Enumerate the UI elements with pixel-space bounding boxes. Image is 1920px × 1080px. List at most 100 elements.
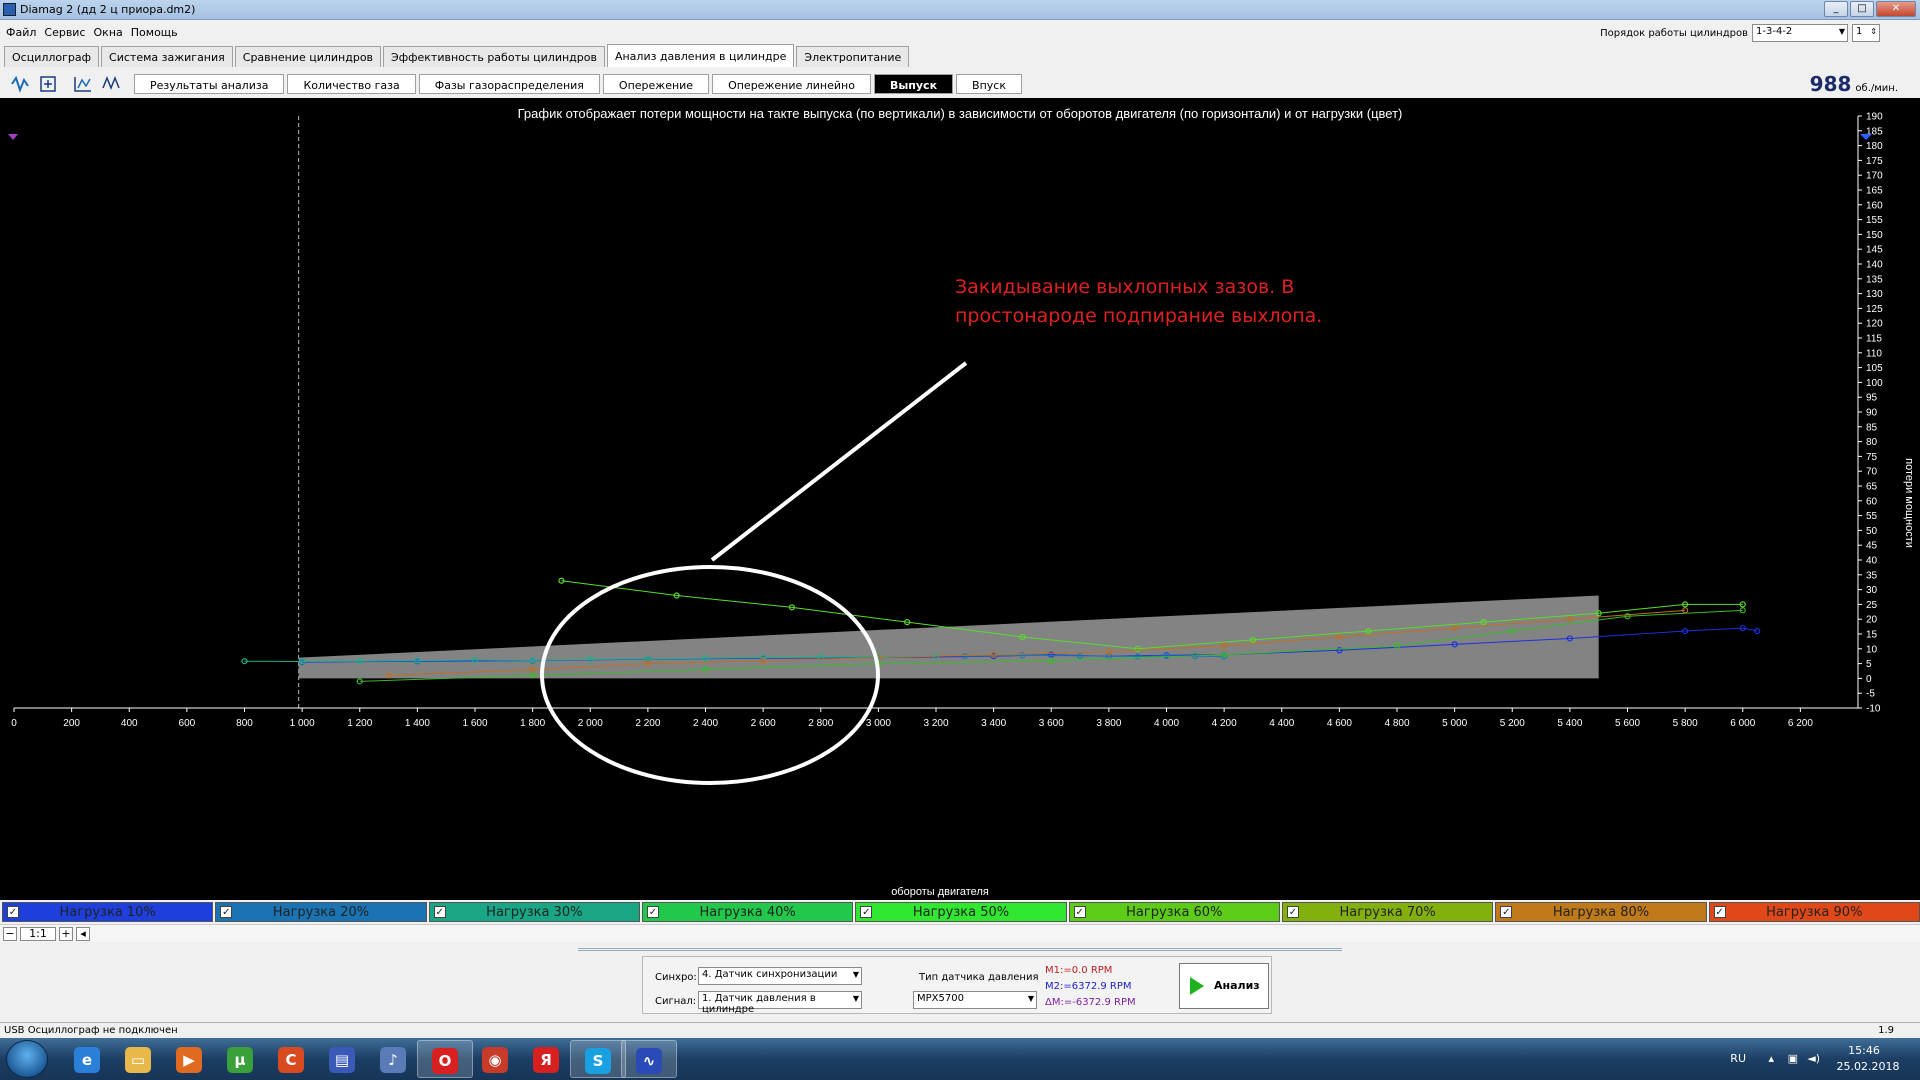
zoom-ratio[interactable]: 1:1 <box>20 927 56 941</box>
legend-label: Нагрузка 60% <box>1126 905 1223 920</box>
maximize-button[interactable]: □ <box>1850 1 1874 17</box>
zoom-icon[interactable] <box>72 74 94 94</box>
scale-bar: − 1:1 + ◂ <box>0 924 1920 942</box>
annotation-box: Закидывание выхлопных зазов. В простонар… <box>955 276 1322 327</box>
legend-item-50[interactable]: ✓ Нагрузка 50% <box>855 902 1067 922</box>
cylinder-order-value: 1-3-4-2 <box>1756 26 1793 37</box>
taskbar-app-ie[interactable]: e <box>60 1040 116 1078</box>
y-tick-label: -5 <box>1866 689 1875 700</box>
legend-item-20[interactable]: ✓ Нагрузка 20% <box>215 902 427 922</box>
taskbar-app-yandex[interactable]: Я <box>519 1040 575 1078</box>
tab-oscilloscope[interactable]: Осциллограф <box>4 46 100 67</box>
network-icon[interactable]: ▣ <box>1788 1052 1798 1065</box>
y-tick-label: 155 <box>1866 215 1883 226</box>
taskbar-app-save[interactable]: ▤ <box>315 1040 371 1078</box>
splitter[interactable] <box>578 948 1342 951</box>
menu-service[interactable]: Сервис <box>43 24 86 42</box>
auto-scale-icon[interactable] <box>100 74 122 94</box>
y-tick-label: 95 <box>1866 393 1878 404</box>
volume-icon[interactable]: ◄) <box>1807 1052 1820 1065</box>
minimize-button[interactable]: _ <box>1824 1 1848 17</box>
chevron-down-icon: ▼ <box>852 970 859 979</box>
language-indicator[interactable]: RU <box>1730 1052 1746 1065</box>
x-tick-label: 2 600 <box>751 718 776 729</box>
checkbox-icon[interactable]: ✓ <box>220 906 233 918</box>
taskbar-app-diamag[interactable]: ∿ <box>621 1040 677 1078</box>
chevron-down-icon: ▼ <box>852 994 859 1003</box>
y-tick-label: 115 <box>1866 334 1882 345</box>
sensor-type-select[interactable]: MPX5700 ▼ <box>913 991 1037 1009</box>
checkbox-icon[interactable]: ✓ <box>860 906 873 918</box>
legend-item-40[interactable]: ✓ Нагрузка 40% <box>641 902 854 922</box>
chart-area[interactable]: График отображает потери мощности на так… <box>0 98 1920 900</box>
menu-help[interactable]: Помощь <box>130 24 179 42</box>
cylinder-spinner[interactable]: 1 ⇕ <box>1852 24 1880 42</box>
legend-item-60[interactable]: ✓ Нагрузка 60% <box>1068 902 1280 922</box>
y-tick-label: 140 <box>1866 260 1883 271</box>
marker-m2: M2:=6372.9 RPM <box>1045 981 1132 992</box>
fit-icon[interactable] <box>38 74 60 94</box>
tab-exhaust[interactable]: Выпуск <box>873 74 954 94</box>
checkbox-icon[interactable]: ✓ <box>1713 906 1726 918</box>
close-button[interactable]: ✕ <box>1876 1 1916 17</box>
tab-advance-linear[interactable]: Опережение линейно <box>712 74 871 94</box>
menu-windows[interactable]: Окна <box>93 24 124 42</box>
tab-intake[interactable]: Впуск <box>956 74 1022 94</box>
checkbox-icon[interactable]: ✓ <box>1286 906 1299 918</box>
legend-item-80[interactable]: ✓ Нагрузка 80% <box>1495 902 1707 922</box>
taskbar-app-utorrent[interactable]: µ <box>213 1040 269 1078</box>
checkbox-icon[interactable]: ✓ <box>646 906 659 918</box>
taskbar-app-opera[interactable]: O <box>417 1040 473 1078</box>
taskbar-app-ccleaner[interactable]: C <box>264 1040 320 1078</box>
tab-valve-timing[interactable]: Фазы газораспределения <box>418 74 600 94</box>
sync-select[interactable]: 4. Датчик синхронизации ▼ <box>698 967 862 985</box>
signal-select[interactable]: 1. Датчик давления в цилиндре ▼ <box>698 991 862 1015</box>
y-tick-label: 0 <box>1866 674 1872 685</box>
taskbar-app-explorer[interactable]: ▭ <box>111 1040 167 1078</box>
taskbar-app-audio[interactable]: ♪ <box>366 1040 422 1078</box>
legend-item-10[interactable]: ✓ Нагрузка 10% <box>2 902 214 922</box>
legend-item-30[interactable]: ✓ Нагрузка 30% <box>428 902 640 922</box>
cylinder-value: 1 <box>1856 26 1863 37</box>
y-tick-label: 105 <box>1866 363 1883 374</box>
window-title: Diamag 2 (дд 2 ц приора.dm2) <box>20 3 196 16</box>
zoom-out-icon[interactable]: − <box>3 927 17 941</box>
legend-item-70[interactable]: ✓ Нагрузка 70% <box>1281 902 1494 922</box>
menu-file[interactable]: Файл <box>5 24 37 42</box>
signal-label: Сигнал: <box>655 996 697 1007</box>
checkbox-icon[interactable]: ✓ <box>7 906 19 918</box>
tab-cylinder-compare[interactable]: Сравнение цилиндров <box>234 46 382 67</box>
tab-analysis-results[interactable]: Результаты анализа <box>134 74 285 94</box>
x-tick-label: 3 800 <box>1096 718 1121 729</box>
analyze-button[interactable]: Анализ <box>1179 963 1269 1009</box>
tab-gas-amount[interactable]: Количество газа <box>287 74 416 94</box>
zoom-in-icon[interactable]: + <box>59 927 73 941</box>
tab-ignition[interactable]: Система зажигания <box>101 46 233 67</box>
tab-power[interactable]: Электропитание <box>796 46 910 67</box>
left-marker-icon[interactable] <box>8 134 18 140</box>
tray-arrow-icon[interactable]: ▴ <box>1768 1052 1774 1065</box>
taskbar-app-chrome[interactable]: ◉ <box>468 1040 524 1078</box>
tab-cylinder-efficiency[interactable]: Эффективность работы цилиндров <box>383 46 605 67</box>
start-button[interactable] <box>6 1040 48 1078</box>
cylinder-order-select[interactable]: 1-3-4-2 ▼ <box>1752 24 1848 42</box>
legend-label: Нагрузка 20% <box>272 905 370 920</box>
exhaust-loss-chart[interactable]: График отображает потери мощности на так… <box>0 98 1920 900</box>
taskbar-app-skype[interactable]: S <box>570 1040 626 1078</box>
taskbar-app-media-player[interactable]: ▶ <box>162 1040 218 1078</box>
clock-date[interactable]: 25.02.2018 <box>1832 1060 1904 1073</box>
y-tick-label: 75 <box>1866 452 1878 463</box>
tab-pressure-analysis[interactable]: Анализ давления в цилиндре <box>606 44 795 67</box>
window-controls: _ □ ✕ <box>1824 1 1916 17</box>
annotation-pointer-line <box>710 361 968 562</box>
x-tick-label: 5 000 <box>1442 718 1467 729</box>
legend-item-90[interactable]: ✓ Нагрузка 90% <box>1708 902 1920 922</box>
tab-advance[interactable]: Опережение <box>602 74 710 94</box>
checkbox-icon[interactable]: ✓ <box>1500 906 1513 918</box>
waveform-icon[interactable] <box>10 74 32 94</box>
checkbox-icon[interactable]: ✓ <box>433 906 446 918</box>
explorer-icon: ▭ <box>125 1047 151 1073</box>
scroll-left-icon[interactable]: ◂ <box>76 927 90 941</box>
checkbox-icon[interactable]: ✓ <box>1073 906 1086 918</box>
clock-time[interactable]: 15:46 <box>1834 1044 1894 1057</box>
